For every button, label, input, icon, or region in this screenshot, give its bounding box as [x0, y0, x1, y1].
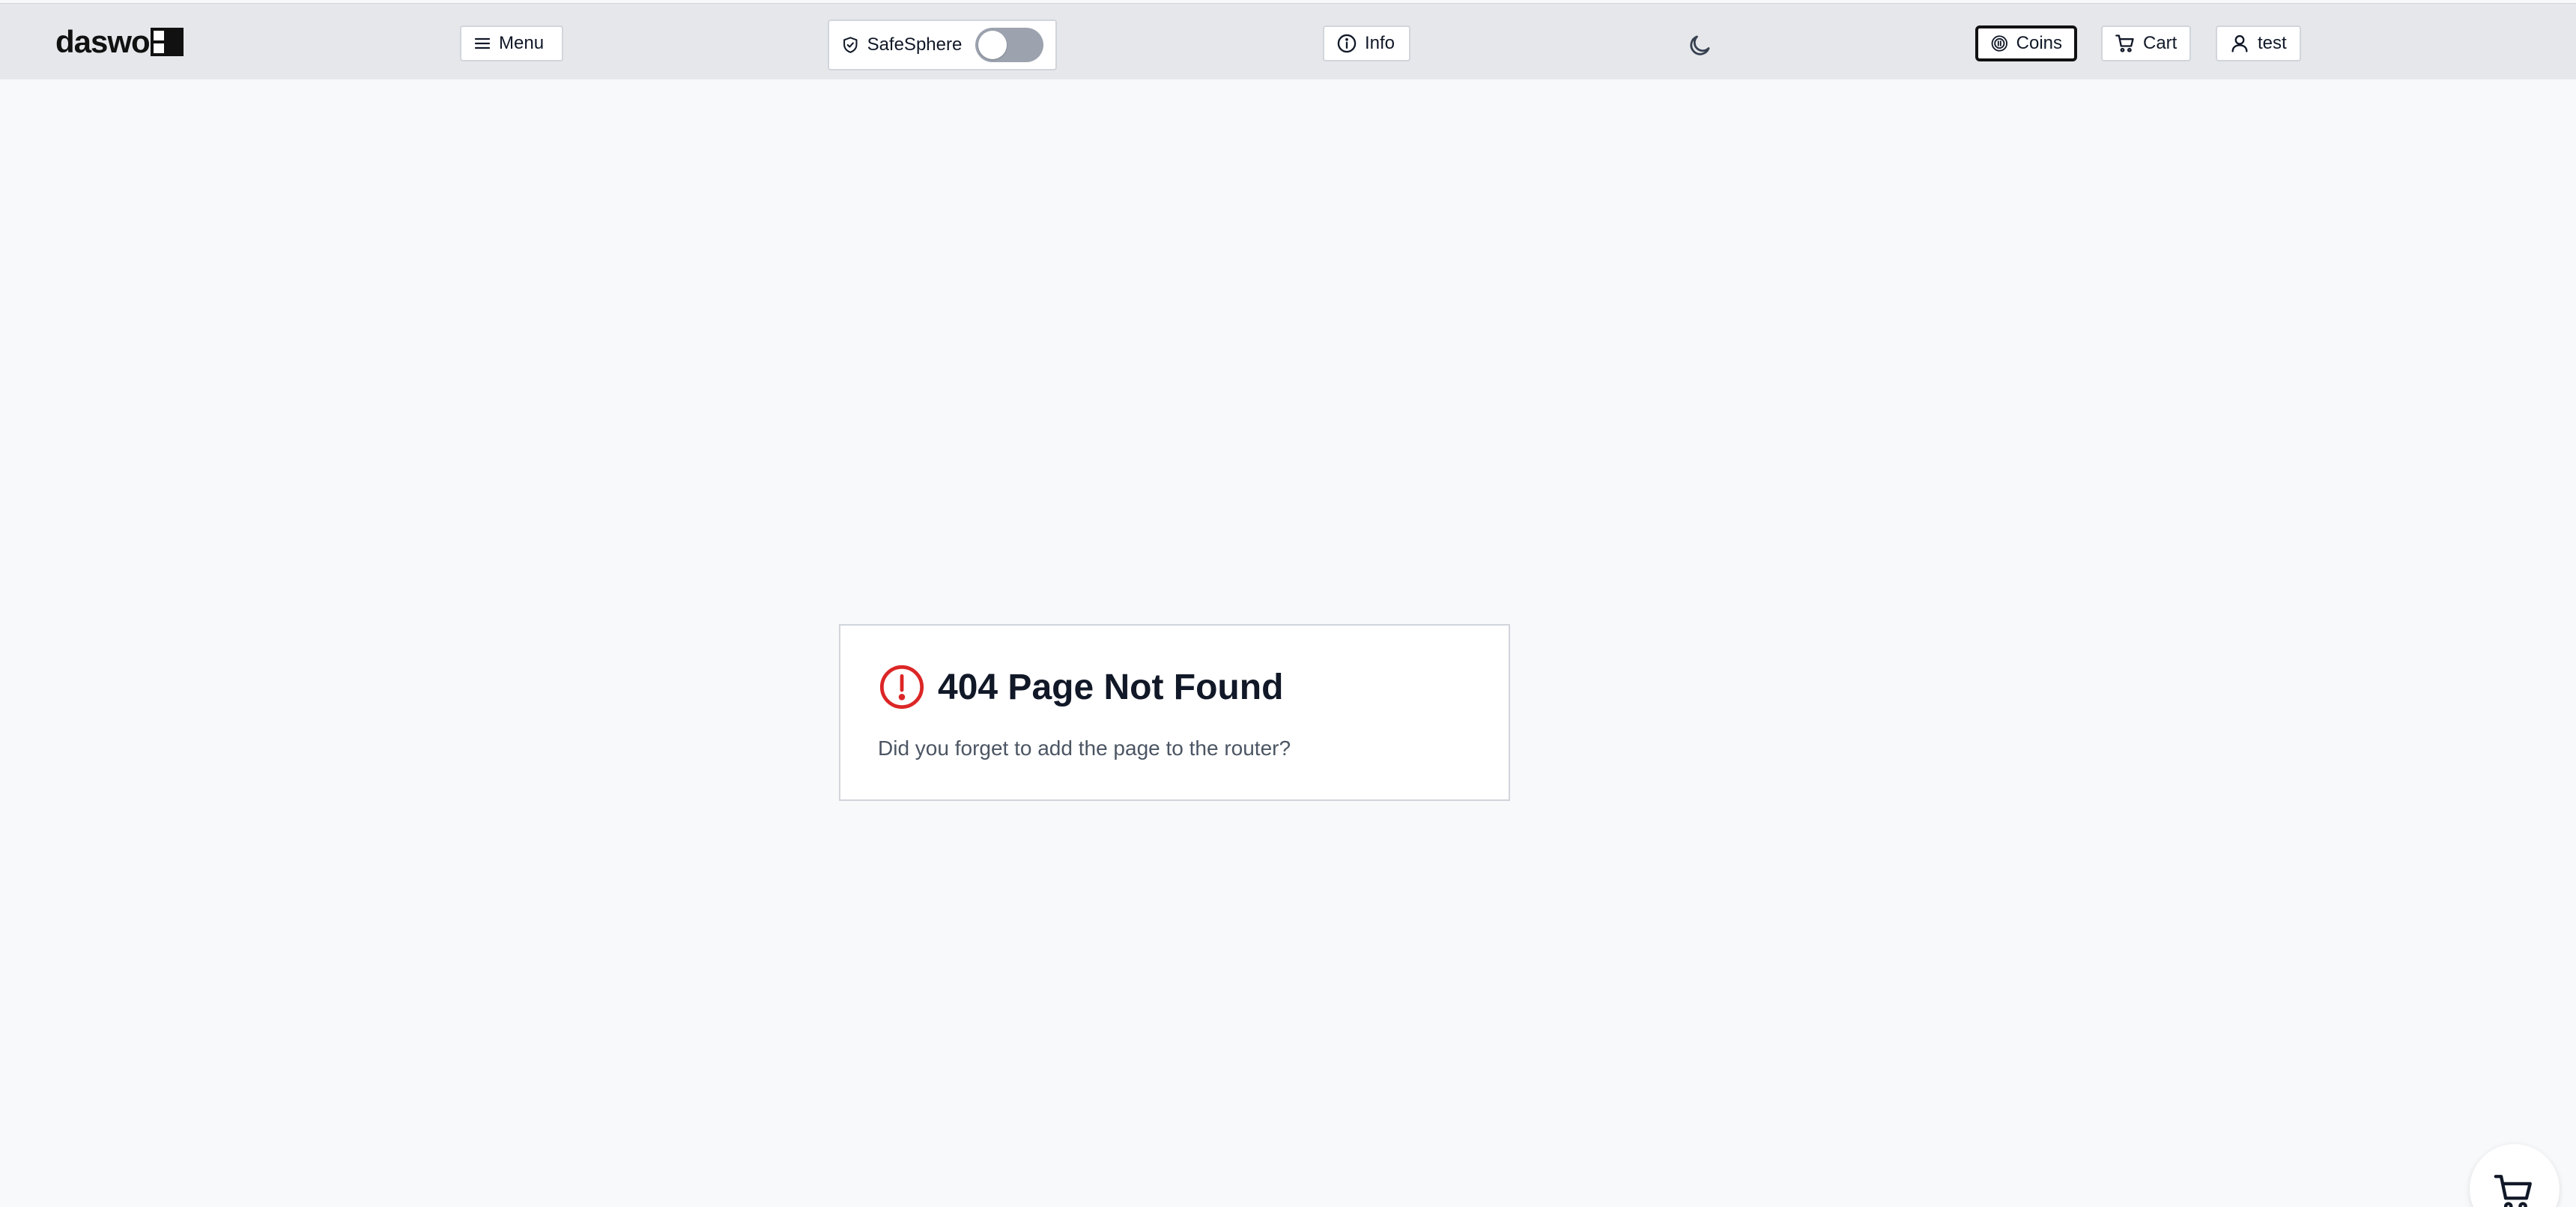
safesphere-label: SafeSphere: [867, 34, 963, 55]
shield-check-icon: [843, 37, 858, 53]
menu-button-label: Menu: [499, 33, 545, 53]
coins-button[interactable]: Coins: [1975, 25, 2077, 61]
error-card-header: 404 Page Not Found: [878, 663, 1283, 711]
info-button-label: Info: [1365, 33, 1395, 53]
exclamation-circle-icon: [879, 665, 924, 710]
info-button[interactable]: Info: [1323, 25, 1410, 61]
logo-mark-icon: [150, 28, 184, 56]
coins-button-label: Coins: [2016, 33, 2062, 53]
error-message: Did you forget to add the page to the ro…: [878, 736, 1291, 760]
coin-icon: [1991, 35, 2007, 52]
shopping-cart-icon: [2115, 34, 2134, 52]
info-circle-icon: [1337, 34, 1357, 53]
menu-button[interactable]: Menu: [460, 25, 563, 61]
floating-cart-button[interactable]: [2470, 1144, 2560, 1207]
page: daswo Menu SafeSphere Info Coins Cart te…: [0, 0, 2576, 1207]
cart-button-label: Cart: [2143, 33, 2178, 53]
user-button[interactable]: test: [2216, 25, 2301, 61]
logo[interactable]: daswo: [55, 22, 184, 62]
error-title: 404 Page Not Found: [938, 667, 1284, 707]
user-button-label: test: [2258, 33, 2287, 53]
user-icon: [2231, 34, 2248, 52]
theme-toggle-button[interactable]: [1682, 28, 1718, 64]
safesphere-control: SafeSphere: [828, 19, 1057, 70]
top-navigation-bar: daswo Menu SafeSphere Info Coins Cart te…: [0, 3, 2576, 79]
shopping-cart-icon: [2494, 1175, 2532, 1207]
hamburger-icon: [474, 37, 491, 49]
error-card: 404 Page Not Found Did you forget to add…: [839, 624, 1510, 801]
toggle-knob: [978, 31, 1007, 59]
safesphere-toggle[interactable]: [975, 28, 1043, 62]
moon-icon: [1690, 35, 1710, 55]
logo-text: daswo: [55, 24, 151, 59]
cart-button[interactable]: Cart: [2101, 25, 2191, 61]
